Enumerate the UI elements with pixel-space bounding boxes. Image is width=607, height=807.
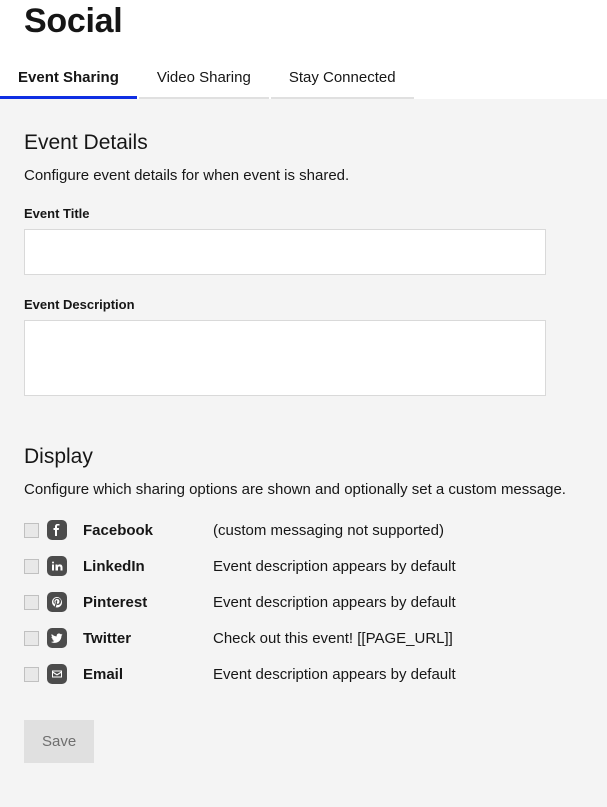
event-description-label: Event Description: [24, 297, 583, 312]
email-icon: [47, 664, 67, 684]
page-title: Social: [24, 0, 583, 41]
linkedin-icon: [47, 556, 67, 576]
event-title-input[interactable]: [24, 229, 546, 275]
tab-bar: Event Sharing Video Sharing Stay Connect…: [0, 59, 607, 99]
share-note-pinterest: Event description appears by default: [213, 594, 456, 611]
checkbox-twitter[interactable]: [24, 631, 39, 646]
share-name-pinterest: Pinterest: [83, 594, 213, 611]
share-note-email: Event description appears by default: [213, 666, 456, 683]
event-description-input[interactable]: [24, 320, 546, 396]
checkbox-pinterest[interactable]: [24, 595, 39, 610]
share-row-facebook: Facebook (custom messaging not supported…: [24, 520, 583, 540]
twitter-icon: [47, 628, 67, 648]
share-name-linkedin: LinkedIn: [83, 558, 213, 575]
share-name-email: Email: [83, 666, 213, 683]
share-note-linkedin: Event description appears by default: [213, 558, 456, 575]
share-row-linkedin: LinkedIn Event description appears by de…: [24, 556, 583, 576]
share-row-twitter: Twitter Check out this event! [[PAGE_URL…: [24, 628, 583, 648]
share-name-facebook: Facebook: [83, 522, 213, 539]
share-row-pinterest: Pinterest Event description appears by d…: [24, 592, 583, 612]
save-button[interactable]: Save: [24, 720, 94, 763]
checkbox-facebook[interactable]: [24, 523, 39, 538]
share-note-facebook: (custom messaging not supported): [213, 522, 444, 539]
checkbox-linkedin[interactable]: [24, 559, 39, 574]
share-name-twitter: Twitter: [83, 630, 213, 647]
share-row-email: Email Event description appears by defau…: [24, 664, 583, 684]
display-heading: Display: [24, 445, 583, 469]
tab-stay-connected[interactable]: Stay Connected: [271, 59, 414, 99]
event-details-desc: Configure event details for when event i…: [24, 167, 583, 184]
share-note-twitter: Check out this event! [[PAGE_URL]]: [213, 630, 453, 647]
tab-event-sharing[interactable]: Event Sharing: [0, 59, 137, 99]
facebook-icon: [47, 520, 67, 540]
tab-video-sharing[interactable]: Video Sharing: [139, 59, 269, 99]
checkbox-email[interactable]: [24, 667, 39, 682]
display-desc: Configure which sharing options are show…: [24, 481, 583, 498]
pinterest-icon: [47, 592, 67, 612]
event-title-label: Event Title: [24, 206, 583, 221]
event-details-heading: Event Details: [24, 131, 583, 155]
